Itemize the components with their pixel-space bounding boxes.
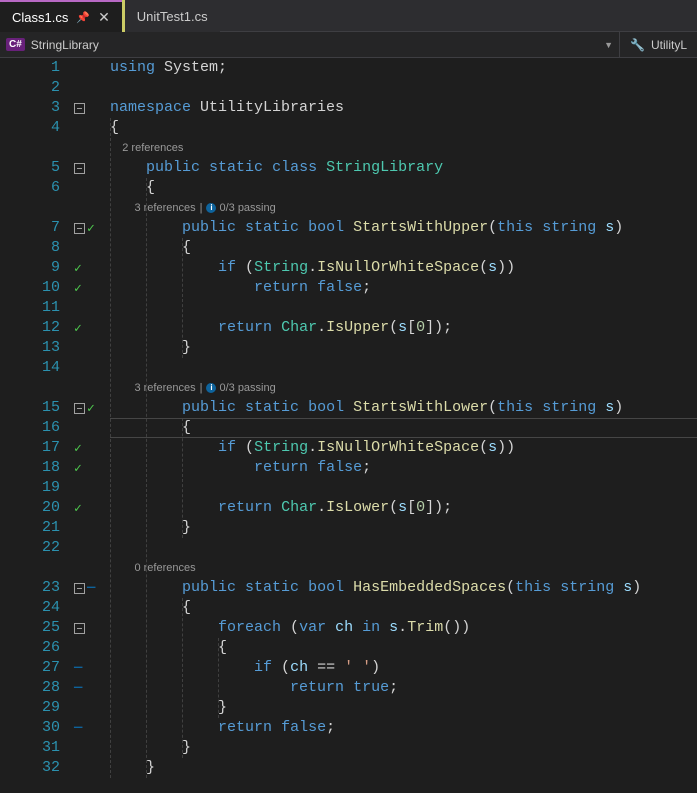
chevron-down-icon: ▼ [604,40,613,50]
code-line: public static bool StartsWithUpper(this … [110,218,697,238]
code-line: namespace UtilityLibraries [110,98,697,118]
code-line: } [110,698,697,718]
codelens[interactable]: 2 references [110,138,697,158]
code-line: return Char.IsLower(s[0]); [110,498,697,518]
code-line: { [110,118,697,138]
nav-scope-label: StringLibrary [31,38,99,52]
fold-icon[interactable] [74,223,85,234]
code-line: { [110,418,697,438]
nav-scope-dropdown[interactable]: C# StringLibrary ▼ [0,32,620,57]
code-line: { [110,238,697,258]
wrench-icon: 🔧 [630,38,645,52]
close-icon[interactable]: ✕ [98,9,110,26]
code-line: { [110,178,697,198]
test-pass-icon: ✓ [74,321,82,336]
codelens[interactable]: 0 references [110,558,697,578]
code-line: if (ch == ' ') [110,658,697,678]
fold-icon[interactable] [74,403,85,414]
csharp-icon: C# [6,38,25,51]
code-line: } [110,758,697,778]
fold-icon[interactable] [74,623,85,634]
code-line: } [110,738,697,758]
code-line: { [110,638,697,658]
pin-icon[interactable]: 📌 [76,11,90,24]
test-notrun-icon: — [74,680,82,696]
tab-label: Class1.cs [12,10,68,25]
test-pass-icon: ✓ [74,281,82,296]
code-line: } [110,338,697,358]
line-number-gutter: 1 2 3 4 5 6 7 8 9 10 11 12 13 14 15 16 1… [0,58,72,793]
code-line: } [110,518,697,538]
code-line [110,298,697,318]
code-line: return false; [110,458,697,478]
test-pass-icon: ✓ [87,401,95,416]
test-notrun-icon: — [87,580,95,596]
code-line: using System; [110,58,697,78]
code-line: if (String.IsNullOrWhiteSpace(s)) [110,438,697,458]
code-line: { [110,598,697,618]
test-pass-icon: ✓ [74,501,82,516]
fold-icon[interactable] [74,103,85,114]
navigation-bar: C# StringLibrary ▼ 🔧 UtilityL [0,32,697,58]
code-line: return false; [110,278,697,298]
code-line [110,78,697,98]
code-line [110,478,697,498]
tab-bar: Class1.cs 📌 ✕ UnitTest1.cs [0,0,697,32]
code-line: return false; [110,718,697,738]
tab-label: UnitTest1.cs [137,9,208,24]
test-notrun-icon: — [74,720,82,736]
test-pass-icon: ✓ [87,221,95,236]
code-line: public static class StringLibrary [110,158,697,178]
code-line: if (String.IsNullOrWhiteSpace(s)) [110,258,697,278]
test-pass-icon: ✓ [74,261,82,276]
nav-member-dropdown[interactable]: 🔧 UtilityL [620,32,697,57]
nav-member-label: UtilityL [651,38,687,52]
code-line: return true; [110,678,697,698]
code-line [110,538,697,558]
tab-unittest1[interactable]: UnitTest1.cs [122,0,220,32]
test-notrun-icon: — [74,660,82,676]
glyph-margin: ✓ ✓ ✓ ✓ ✓ ✓ ✓ ✓ — — — — [72,58,110,793]
test-status-icon: i [206,383,216,393]
test-pass-icon: ✓ [74,461,82,476]
code-content[interactable]: using System; namespace UtilityLibraries… [110,58,697,793]
fold-icon[interactable] [74,583,85,594]
code-line: foreach (var ch in s.Trim()) [110,618,697,638]
code-line: public static bool HasEmbeddedSpaces(thi… [110,578,697,598]
codelens[interactable]: 3 references|i0/3 passing [110,378,697,398]
code-line: return Char.IsUpper(s[0]); [110,318,697,338]
tab-class1[interactable]: Class1.cs 📌 ✕ [0,0,122,32]
test-pass-icon: ✓ [74,441,82,456]
test-status-icon: i [206,203,216,213]
fold-icon[interactable] [74,163,85,174]
codelens[interactable]: 3 references|i0/3 passing [110,198,697,218]
code-editor[interactable]: 1 2 3 4 5 6 7 8 9 10 11 12 13 14 15 16 1… [0,58,697,793]
code-line: public static bool StartsWithLower(this … [110,398,697,418]
code-line [110,358,697,378]
